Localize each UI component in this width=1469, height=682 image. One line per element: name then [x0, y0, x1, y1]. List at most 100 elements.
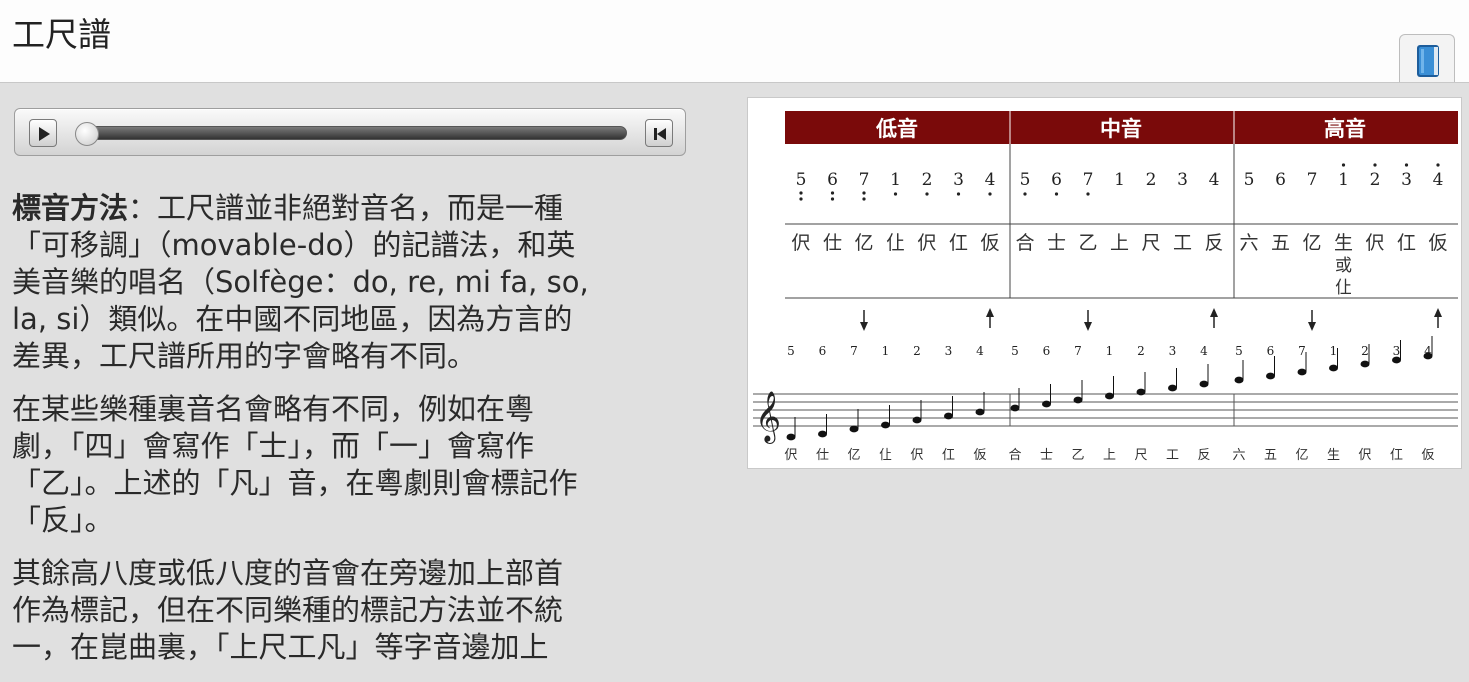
restart-button[interactable] — [645, 119, 673, 147]
book-icon — [1417, 45, 1439, 77]
notation-digit: 3 — [1401, 170, 1412, 190]
note-head — [1392, 356, 1401, 364]
notation-digit: 3 — [953, 170, 964, 190]
gongche-character: 仩 — [886, 232, 905, 254]
notation-digit-small: 7 — [850, 344, 858, 358]
gongche-character-small: 士 — [1040, 448, 1053, 463]
gongche-character-small: 仮 — [973, 448, 986, 463]
notation-digit-small: 4 — [976, 344, 984, 358]
transpose-arrow-head — [1084, 322, 1092, 331]
octave-dot — [925, 192, 929, 196]
note-head — [1105, 392, 1114, 400]
notation-digit-small: 2 — [1137, 344, 1145, 358]
note-head — [1042, 400, 1051, 408]
text-line: 在某些樂種裏音名會略有不同，例如在粵 — [12, 392, 535, 426]
note-head — [1329, 364, 1338, 372]
notation-digit: 4 — [1433, 170, 1444, 190]
transpose-arrow-head — [1434, 308, 1442, 317]
notation-digit-small: 3 — [1169, 344, 1177, 358]
notation-digit-small: 2 — [1361, 344, 1369, 358]
note-head — [1234, 376, 1244, 384]
octave-dot — [1373, 163, 1377, 167]
paragraph-octave-marks: 其餘高八度或低八度的音會在旁邊加上部首 作為標記，但在不同樂種的標記方法並不統 一，… — [12, 555, 672, 666]
gongche-character-small: 仜 — [1390, 448, 1403, 463]
gongche-character: 伬 — [791, 232, 810, 254]
transpose-arrow-head — [860, 322, 868, 331]
gongche-character: 仜 — [1397, 232, 1416, 254]
gongche-character-small: 工 — [1166, 448, 1179, 463]
gongche-character: 上 — [1110, 232, 1129, 254]
gongche-character-small: 合 — [1008, 448, 1021, 463]
page-header: 工尺譜 — [0, 0, 1469, 83]
text-line: 「反」。 — [12, 503, 114, 537]
notation-digit: 4 — [985, 170, 996, 190]
notation-digit: 2 — [1146, 170, 1157, 190]
gongche-character: 士 — [1047, 232, 1066, 254]
octave-dot — [799, 191, 803, 195]
text-line: la, si）類似。在中國不同地區，因為方言的 — [12, 302, 573, 336]
notation-digit-small: 5 — [787, 344, 795, 358]
notation-digit: 7 — [859, 170, 870, 190]
notation-digit: 1 — [1338, 170, 1349, 190]
play-button[interactable] — [29, 119, 57, 147]
text-line: 「可移調」（movable-do）的記譜法，和英 — [12, 228, 576, 262]
progress-track[interactable] — [77, 126, 627, 140]
section-label: 高音 — [1324, 116, 1366, 141]
gongche-character: 仜 — [949, 232, 968, 254]
text-line: 「乙」。上述的「凡」音，在粵劇則會標記作 — [12, 466, 578, 500]
octave-dot — [1404, 163, 1409, 167]
text-line: 劇，「四」會寫作「士」，而「一」會寫作 — [12, 429, 535, 463]
book-button[interactable] — [1399, 34, 1455, 82]
note-head — [786, 433, 796, 441]
gongche-character-small: 五 — [1264, 448, 1277, 463]
gongche-character-small: 生 — [1327, 448, 1340, 463]
note-head — [1136, 388, 1146, 396]
text-line: 美音樂的唱名（Solfège：do, re, mi fa, so, — [12, 265, 589, 299]
section-label: 低音 — [875, 116, 918, 141]
notation-digit: 7 — [1307, 170, 1318, 190]
note-head — [818, 430, 827, 438]
text-line: 一，在崑曲裏，「上尺工凡」等字音邊加上 — [12, 630, 549, 664]
octave-dot — [862, 197, 866, 201]
notation-digit: 5 — [1244, 170, 1255, 190]
gongche-character: 反 — [1204, 232, 1223, 254]
notation-digit: 1 — [890, 170, 901, 190]
notation-digit-small: 6 — [819, 344, 827, 358]
gongche-chart-figure[interactable]: 低音 中音 高音 5 6 7 1 2 3 4 5 6 7 1 2 3 4 5 6 7 1 2 3 4 伬仕亿仩伬仜仮合士乙上尺工… — [747, 97, 1462, 469]
note-head — [1266, 372, 1275, 380]
gongche-character: 乙 — [1078, 232, 1097, 254]
notation-digit-small: 1 — [1330, 344, 1338, 358]
notation-digit: 5 — [1020, 170, 1031, 190]
gongche-character: 尺 — [1141, 232, 1160, 254]
gongche-character-small: 伬 — [910, 448, 923, 463]
note-head — [849, 425, 859, 433]
note-head — [1297, 368, 1307, 376]
octave-dot — [1341, 163, 1346, 167]
gongche-character-small: 六 — [1232, 448, 1245, 463]
gongche-character: 六 — [1239, 232, 1258, 254]
octave-dot — [1054, 192, 1059, 196]
octave-dot — [956, 192, 961, 196]
note-head — [1168, 384, 1177, 392]
notation-digit-small: 6 — [1267, 344, 1275, 358]
note-head — [975, 408, 985, 416]
note-head — [1423, 352, 1433, 360]
text-line: 作為標記，但在不同樂種的標記方法並不統 — [12, 593, 564, 627]
gongche-character: 合 — [1015, 232, 1034, 254]
treble-clef-icon: 𝄞 — [755, 391, 781, 444]
octave-dot — [862, 191, 866, 195]
article-body: 標音方法：工尺譜並非絕對音名，而是一種 「可移調」（movable-do）的記譜法… — [12, 190, 672, 682]
notation-digit-small: 4 — [1200, 344, 1208, 358]
gongche-character: 亿 — [1302, 232, 1321, 254]
gongche-character-small: 仩 — [879, 448, 892, 463]
gongche-character: 仮 — [980, 232, 999, 254]
paragraph-variants: 在某些樂種裏音名會略有不同，例如在粵 劇，「四」會寫作「士」，而「一」會寫作 「乙」… — [12, 391, 672, 539]
notation-digit-small: 3 — [1393, 344, 1401, 358]
gongche-character-small: 上 — [1103, 448, 1116, 463]
audio-player — [14, 108, 686, 156]
progress-handle[interactable] — [75, 122, 99, 146]
octave-dot — [799, 197, 803, 201]
note-head — [881, 421, 890, 429]
octave-dot — [1436, 163, 1440, 167]
notation-digit: 1 — [1114, 170, 1125, 190]
